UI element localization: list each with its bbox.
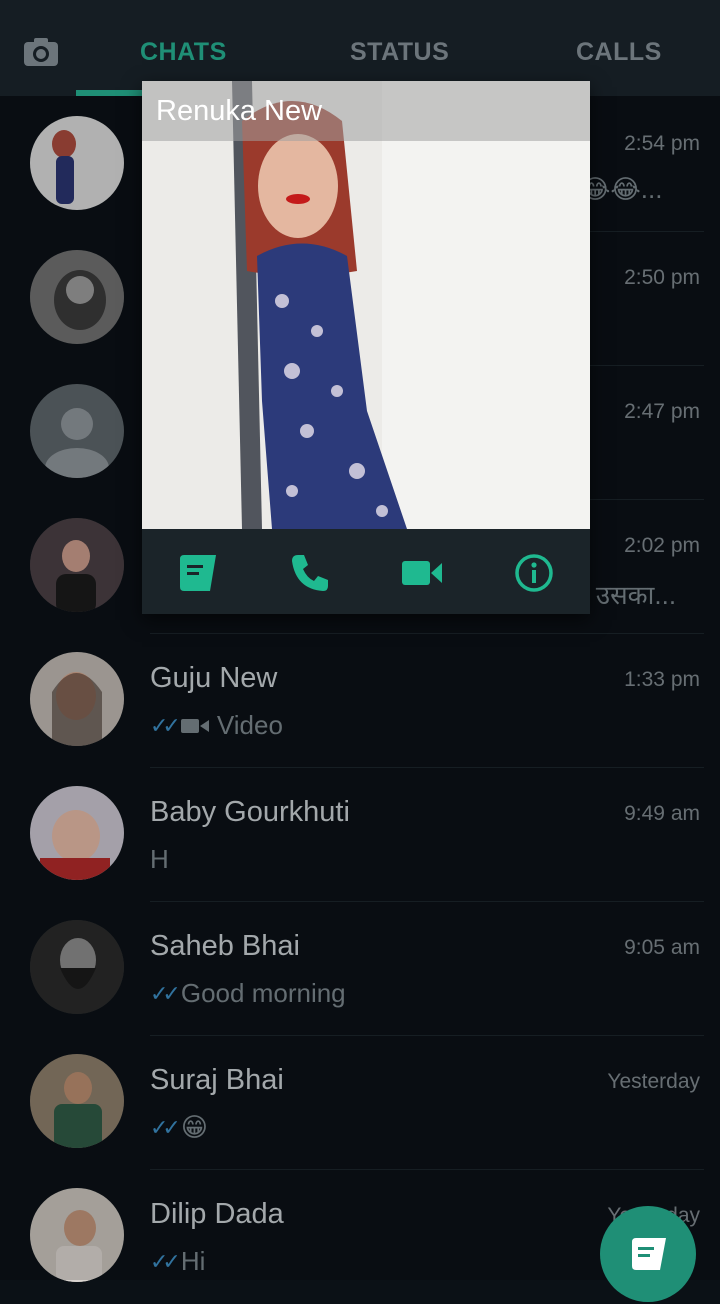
new-chat-icon (632, 1238, 666, 1270)
popup-contact-name: Renuka New (156, 95, 323, 127)
camera-icon[interactable] (22, 36, 60, 68)
tab-status[interactable]: STATUS (350, 38, 449, 67)
tab-calls[interactable]: CALLS (576, 38, 662, 67)
video-call-icon[interactable] (400, 551, 444, 595)
message-icon[interactable] (176, 551, 220, 595)
popup-name-bar: Renuka New (142, 81, 590, 141)
profile-popup: Renuka New (142, 81, 590, 614)
tab-chats[interactable]: CHATS (140, 38, 227, 67)
profile-photo[interactable] (142, 81, 590, 529)
new-chat-button[interactable] (600, 1206, 696, 1302)
phone-icon[interactable] (288, 551, 332, 595)
popup-actions (142, 529, 590, 614)
info-icon[interactable] (512, 551, 556, 595)
